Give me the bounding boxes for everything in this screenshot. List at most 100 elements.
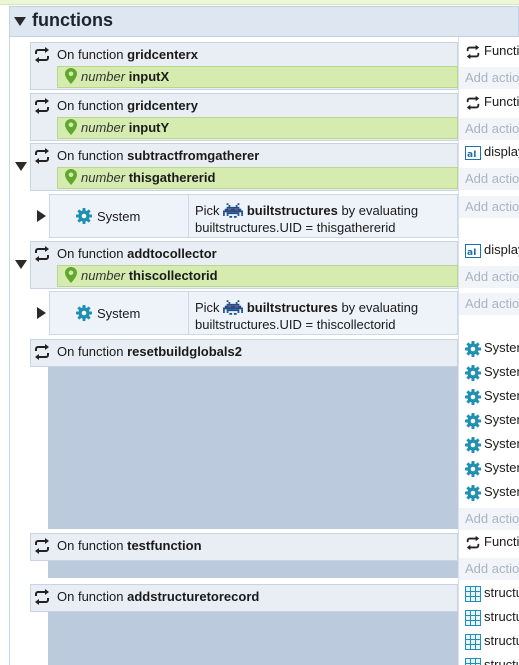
- gear-icon: [465, 413, 481, 429]
- parameter-type: number: [81, 170, 126, 185]
- loop-arrows-icon: [33, 147, 51, 165]
- action-label: structu: [484, 633, 519, 648]
- text-object-icon: [465, 146, 481, 160]
- loop-arrows-icon: [33, 588, 51, 606]
- location-pin-icon: [65, 169, 77, 185]
- action-label: Function: [484, 534, 519, 549]
- action-system[interactable]: System: [459, 460, 519, 482]
- action-label: display: [484, 144, 519, 159]
- add-action-link[interactable]: Add action: [459, 196, 519, 218]
- invader-sprite-icon: [223, 203, 243, 218]
- loop-arrows-icon: [33, 245, 51, 263]
- action-label: structu: [484, 609, 519, 624]
- function-name: testfunction: [127, 538, 202, 553]
- subevent-expand-icon[interactable]: [37, 210, 46, 222]
- event-condition-text[interactable]: On function testfunction: [57, 538, 202, 553]
- text-object-icon: [465, 244, 481, 258]
- action-label: Function: [484, 43, 519, 58]
- pick-expression: builtstructures.UID = thiscollectorid: [195, 317, 396, 332]
- add-action-link[interactable]: Add action: [459, 558, 519, 580]
- function-keyword: On function: [57, 538, 124, 553]
- pick-target: builtstructures: [246, 203, 338, 218]
- action-system[interactable]: System: [459, 364, 519, 386]
- action-system[interactable]: System: [459, 484, 519, 506]
- subevent-expand-icon[interactable]: [37, 307, 46, 319]
- function-keyword: On function: [57, 47, 124, 62]
- action-function[interactable]: Function: [459, 43, 519, 65]
- action-label: structu: [484, 585, 519, 600]
- action-label: System: [484, 436, 519, 451]
- grid-table-icon: [465, 586, 481, 602]
- group-left-guide: [9, 37, 10, 665]
- action-label: System: [484, 388, 519, 403]
- action-system[interactable]: System: [459, 436, 519, 458]
- function-name: addstructuretorecord: [127, 589, 260, 604]
- group-collapse-icon[interactable]: [14, 17, 26, 26]
- function-keyword: On function: [57, 589, 124, 604]
- add-action-link[interactable]: Add action: [459, 67, 519, 89]
- grid-table-icon: [465, 610, 481, 626]
- action-function[interactable]: Function: [459, 94, 519, 116]
- pick-method: by evaluating: [341, 203, 419, 218]
- event-condition-text[interactable]: On function subtractfromgatherer: [57, 148, 259, 163]
- object-name: System: [97, 306, 141, 321]
- gear-icon: [76, 305, 92, 321]
- pick-target: builtstructures: [246, 300, 338, 315]
- parameter-type: number: [81, 120, 126, 135]
- grid-table-icon: [465, 634, 481, 650]
- parameter-name: inputY: [128, 120, 170, 135]
- add-action-link[interactable]: Add action: [459, 266, 519, 288]
- gear-icon: [465, 365, 481, 381]
- action-function[interactable]: Function: [459, 534, 519, 556]
- parameter-name: thiscollectorid: [128, 268, 218, 283]
- action-array[interactable]: structu: [459, 633, 519, 655]
- parameter-label: number thisgathererid: [81, 170, 215, 185]
- action-system[interactable]: System: [459, 388, 519, 410]
- pick-condition-text[interactable]: Pick builtstructures by evaluating built…: [195, 299, 457, 333]
- loop-arrows-icon: [33, 537, 51, 555]
- action-label: System: [484, 364, 519, 379]
- function-keyword: On function: [57, 246, 124, 261]
- add-action-link[interactable]: Add action: [459, 293, 519, 315]
- event-condition-text[interactable]: On function gridcentery: [57, 98, 198, 113]
- gear-icon: [76, 208, 92, 224]
- action-label: System: [484, 484, 519, 499]
- event-condition-text[interactable]: On function addstructuretorecord: [57, 589, 259, 604]
- action-system[interactable]: System: [459, 340, 519, 362]
- pick-keyword: Pick: [195, 203, 220, 218]
- action-array[interactable]: structu: [459, 585, 519, 607]
- loop-arrows-icon: [33, 97, 51, 115]
- loop-arrows-icon: [33, 46, 51, 64]
- action-display[interactable]: display: [459, 242, 519, 264]
- pick-condition-text[interactable]: Pick builtstructures by evaluating built…: [195, 202, 457, 236]
- event-body-area[interactable]: [48, 612, 458, 665]
- add-action-link[interactable]: Add action: [459, 118, 519, 140]
- location-pin-icon: [65, 119, 77, 135]
- action-label: System: [484, 340, 519, 355]
- action-label: System: [484, 460, 519, 475]
- event-collapse-icon[interactable]: [15, 162, 27, 171]
- pick-keyword: Pick: [195, 300, 220, 315]
- loop-arrows-icon: [33, 343, 51, 361]
- add-action-link[interactable]: Add action: [459, 508, 519, 530]
- function-name: resetbuildglobals2: [127, 344, 242, 359]
- gear-icon: [465, 485, 481, 501]
- function-name: gridcenterx: [127, 47, 198, 62]
- parameter-label: number thiscollectorid: [81, 268, 218, 283]
- event-condition-text[interactable]: On function addtocollector: [57, 246, 217, 261]
- pick-expression: builtstructures.UID = thisgathererid: [195, 220, 396, 235]
- event-condition-text[interactable]: On function gridcenterx: [57, 47, 198, 62]
- action-array[interactable]: structu: [459, 609, 519, 631]
- event-body-area[interactable]: [48, 367, 458, 529]
- action-system[interactable]: System: [459, 412, 519, 434]
- add-action-link[interactable]: Add action: [459, 168, 519, 190]
- action-array[interactable]: structu: [459, 657, 519, 665]
- function-name: gridcentery: [127, 98, 198, 113]
- event-condition-text[interactable]: On function resetbuildglobals2: [57, 344, 242, 359]
- action-display[interactable]: display: [459, 144, 519, 166]
- event-body-area[interactable]: [48, 561, 458, 578]
- event-collapse-icon[interactable]: [15, 260, 27, 269]
- parameter-label: number inputY: [81, 120, 169, 135]
- object-name: System: [97, 209, 141, 224]
- loop-arrows-icon: [465, 44, 481, 60]
